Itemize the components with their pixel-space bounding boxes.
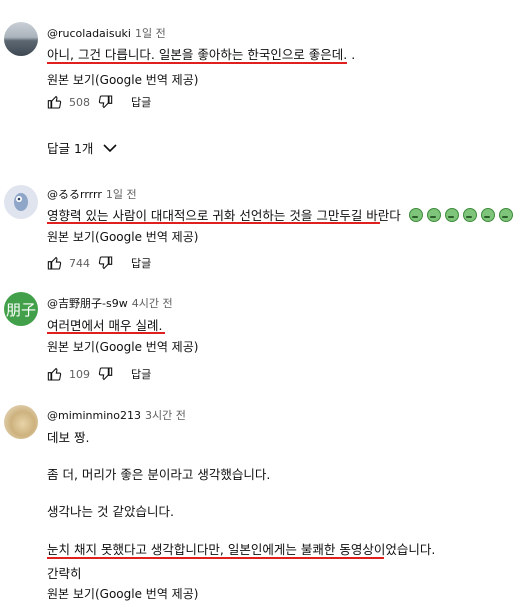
thumbs-down-icon[interactable]	[97, 366, 113, 382]
comment-time: 4시간 전	[131, 297, 173, 310]
like-count: 744	[69, 256, 90, 270]
red-underline	[47, 222, 380, 224]
comment-text: 아니, 그건 다릅니다. 일본을 좋아하는 한국인으로 좋은데. .	[47, 47, 356, 62]
crying-face-icon	[408, 208, 423, 222]
thumbs-down-icon[interactable]	[97, 255, 113, 271]
comment-actions: 109 답글	[47, 365, 151, 383]
avatar[interactable]	[4, 185, 38, 219]
thumbs-up-icon[interactable]	[47, 366, 63, 382]
see-original-link[interactable]: 원본 보기(Google 번역 제공)	[47, 338, 198, 355]
comment-text-line: 눈치 채지 못했다고 생각합니다만, 일본인에게는 불쾌한 동영상이었습니다.	[47, 542, 436, 557]
crying-face-icon	[498, 208, 513, 222]
comment-time: 1일 전	[105, 188, 137, 201]
comment-actions: 508 답글	[47, 93, 151, 111]
reply-button[interactable]: 답글	[131, 255, 151, 271]
see-original-link[interactable]: 원본 보기(Google 번역 제공)	[47, 228, 198, 245]
avatar[interactable]	[4, 22, 38, 56]
see-original-link[interactable]: 원본 보기(Google 번역 제공)	[47, 71, 198, 88]
see-original-link[interactable]: 원본 보기(Google 번역 제공)	[47, 585, 198, 602]
comment-text-line: 데보 짱.	[47, 430, 90, 445]
comment-author[interactable]: @るるrrrrr 1일 전	[47, 186, 137, 202]
comment-author[interactable]: @rucoladaisuki 1일 전	[47, 25, 166, 41]
crying-face-icon	[426, 208, 441, 222]
crying-face-icon	[480, 208, 495, 222]
avatar[interactable]	[4, 405, 38, 439]
thumbs-up-icon[interactable]	[47, 94, 63, 110]
red-underline	[47, 557, 384, 559]
reply-button[interactable]: 답글	[131, 366, 151, 382]
thumbs-up-icon[interactable]	[47, 255, 63, 271]
comment-text-line: 좀 더, 머리가 좋은 분이라고 생각했습니다.	[47, 467, 271, 482]
comment-author[interactable]: @吉野朋子-s9w 4시간 전	[47, 295, 173, 311]
comment-text-line: 생각나는 것 같았습니다.	[47, 504, 174, 519]
red-underline	[47, 62, 347, 64]
like-count: 508	[69, 95, 90, 109]
comment-time: 3시간 전	[144, 409, 186, 422]
chevron-down-icon	[103, 143, 118, 152]
comment-time: 1일 전	[134, 27, 166, 40]
crying-face-icon	[444, 208, 459, 222]
read-less-link[interactable]: 간략히	[47, 563, 82, 582]
replies-toggle[interactable]: 답글 1개	[47, 138, 118, 157]
thumbs-down-icon[interactable]	[97, 94, 113, 110]
comment-actions: 744 답글	[47, 254, 151, 272]
comment-author[interactable]: @miminmino213 3시간 전	[47, 407, 186, 423]
like-count: 109	[69, 367, 90, 381]
red-underline	[47, 332, 165, 334]
crying-face-icon	[462, 208, 477, 222]
avatar[interactable]: 朋子	[4, 292, 38, 326]
reply-button[interactable]: 답글	[131, 94, 151, 110]
avatar-illustration	[14, 193, 28, 211]
